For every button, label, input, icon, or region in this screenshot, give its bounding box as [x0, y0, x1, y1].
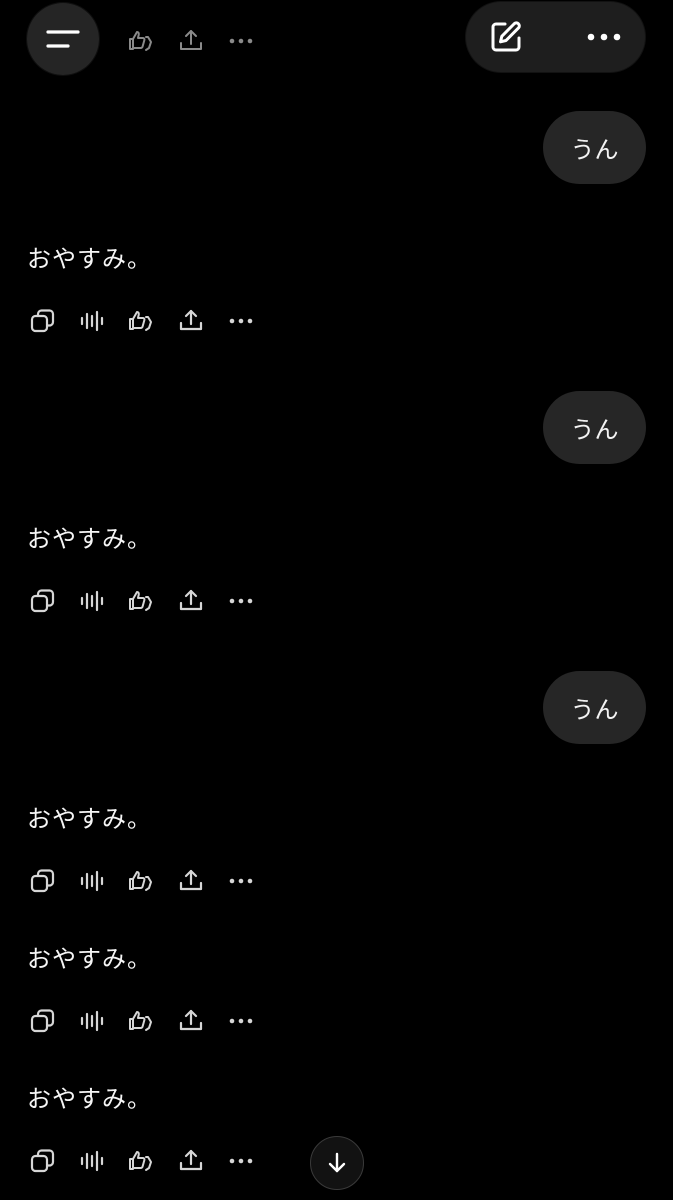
feedback-icon: [129, 311, 152, 331]
more-button[interactable]: [225, 1144, 257, 1178]
more-horizontal-icon: [587, 33, 621, 41]
feedback-button[interactable]: [125, 584, 157, 618]
read-aloud-icon: [80, 870, 104, 892]
assistant-message: おやすみ。: [27, 245, 152, 273]
feedback-button[interactable]: [125, 24, 157, 58]
assistant-message: おやすみ。: [27, 525, 152, 553]
share-button[interactable]: [175, 1004, 207, 1038]
feedback-icon: [129, 1011, 152, 1031]
copy-icon: [30, 1009, 55, 1033]
copy-icon: [30, 309, 55, 333]
user-message: うん: [543, 111, 646, 184]
assistant-message: おやすみ。: [27, 945, 152, 973]
read-aloud-icon: [80, 1150, 104, 1172]
read-aloud-icon: [80, 1010, 104, 1032]
feedback-button[interactable]: [125, 864, 157, 898]
copy-icon: [30, 869, 55, 893]
action-row: [27, 864, 267, 898]
more-button[interactable]: [225, 864, 257, 898]
feedback-button[interactable]: [125, 304, 157, 338]
assistant-message: おやすみ。: [27, 805, 152, 833]
read-aloud-icon: [80, 310, 104, 332]
share-icon: [179, 309, 203, 331]
share-button[interactable]: [175, 864, 207, 898]
read-aloud-button[interactable]: [76, 1004, 108, 1038]
copy-icon: [30, 589, 55, 613]
copy-button[interactable]: [27, 304, 59, 338]
share-icon: [179, 589, 203, 611]
more-button[interactable]: [225, 304, 257, 338]
header-actions: [466, 2, 645, 72]
assistant-message: おやすみ。: [27, 1085, 152, 1113]
user-message-text: うん: [570, 416, 619, 444]
more-horizontal-icon: [229, 1018, 253, 1024]
feedback-icon: [129, 31, 152, 51]
more-button[interactable]: [225, 1004, 257, 1038]
share-button[interactable]: [175, 304, 207, 338]
more-button[interactable]: [225, 584, 257, 618]
scroll-to-bottom-button[interactable]: [310, 1136, 364, 1190]
copy-button[interactable]: [27, 584, 59, 618]
read-aloud-button[interactable]: [76, 864, 108, 898]
menu-icon: [46, 30, 80, 48]
user-message-text: うん: [570, 136, 619, 164]
more-horizontal-icon: [229, 598, 253, 604]
more-horizontal-icon: [229, 878, 253, 884]
feedback-icon: [129, 591, 152, 611]
new-chat-button[interactable]: [466, 2, 546, 72]
feedback-button[interactable]: [125, 1004, 157, 1038]
more-button[interactable]: [225, 24, 257, 58]
action-row: [27, 304, 267, 338]
share-icon: [180, 30, 202, 50]
action-row: [27, 1004, 267, 1038]
copy-button[interactable]: [27, 1004, 59, 1038]
read-aloud-button[interactable]: [76, 304, 108, 338]
action-row: [27, 584, 267, 618]
copy-icon: [30, 1149, 55, 1173]
share-button[interactable]: [175, 24, 207, 58]
action-row: [27, 1144, 267, 1178]
read-aloud-button[interactable]: [76, 584, 108, 618]
share-button[interactable]: [175, 584, 207, 618]
arrow-down-icon: [328, 1152, 346, 1173]
read-aloud-icon: [80, 590, 104, 612]
share-icon: [179, 1149, 203, 1171]
feedback-icon: [129, 1151, 152, 1171]
user-message: うん: [543, 671, 646, 744]
more-horizontal-icon: [229, 38, 253, 44]
user-message-text: うん: [570, 696, 619, 724]
copy-button[interactable]: [27, 1144, 59, 1178]
more-horizontal-icon: [229, 318, 253, 324]
feedback-button[interactable]: [125, 1144, 157, 1178]
more-button[interactable]: [564, 2, 644, 72]
copy-button[interactable]: [27, 864, 59, 898]
more-horizontal-icon: [229, 1158, 253, 1164]
read-aloud-button[interactable]: [76, 1144, 108, 1178]
share-icon: [179, 1009, 203, 1031]
user-message: うん: [543, 391, 646, 464]
edit-icon: [491, 21, 521, 52]
menu-button[interactable]: [27, 3, 99, 75]
share-icon: [179, 869, 203, 891]
feedback-icon: [129, 871, 152, 891]
share-button[interactable]: [175, 1144, 207, 1178]
